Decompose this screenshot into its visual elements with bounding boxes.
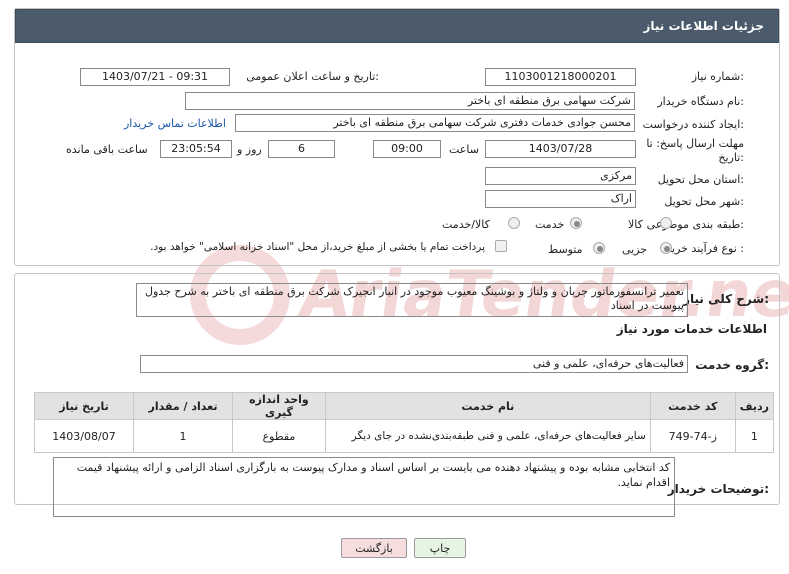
category-option-goods-service: کالا/خدمت [442,218,490,231]
services-table-header: ردیف کد خدمت نام خدمت واحد اندازه گیری ت… [34,392,775,420]
col-name: نام خدمت [324,392,651,420]
category-option-goods: کالا [628,218,643,231]
deadline-label: مهلت ارسال پاسخ: تا [646,137,744,150]
service-group-field: فعالیت‌های حرفه‌ای، علمی و فنی [140,355,688,373]
cell-date: 1403/08/07 [34,419,134,453]
page-title: جزئیات اطلاعات نیاز [643,19,764,33]
need-number-label: شماره نیاز: [691,70,744,83]
remaining-label: ساعت باقی مانده [66,143,148,156]
description-field: تعمیر ترانسفورماتور جریان و ولتاژ و بوشی… [136,283,688,317]
back-button[interactable]: بازگشت [341,538,407,558]
process-label: نوع فرآیند خرید : [666,242,744,255]
col-date: تاریخ نیاز [34,392,134,420]
cell-unit: مقطوع [231,419,326,453]
creator-label: ایجاد کننده درخواست: [642,118,744,131]
buyer-field: شرکت سهامی برق منطقه ای باختر [185,92,635,110]
creator-field: محسن جوادی خدمات دفتری شرکت سهامی برق من… [235,114,635,132]
payment-note: پرداخت تمام یا بخشی از مبلغ خرید،از محل … [150,241,485,253]
category-radio-service[interactable] [570,217,582,229]
cell-code: ز-74-749 [649,419,736,453]
col-unit: واحد اندازه گیری [231,392,326,420]
services-section-title: اطلاعات خدمات مورد نیاز [616,322,767,336]
buyer-notes-field: کد انتخابی مشابه بوده و پیشنهاد دهنده می… [53,457,675,517]
print-button[interactable]: چاپ [414,538,466,558]
col-code: کد خدمت [649,392,736,420]
need-number-field: 1103001218000201 [485,68,636,86]
announce-label: تاریخ و ساعت اعلان عمومی: [246,70,379,83]
province-label: استان محل تحویل: [657,173,744,186]
city-field: اراک [485,190,636,208]
remaining-time-field: 23:05:54 [160,140,232,158]
announce-field: 1403/07/21 - 09:31 [80,68,230,86]
cell-qty: 1 [133,419,233,453]
deadline-date-field: 1403/07/28 [485,140,636,158]
cell-index: 1 [734,419,775,453]
payment-checkbox[interactable] [495,240,507,252]
province-field: مرکزی [485,167,636,185]
category-radio-goods-service[interactable] [508,217,520,229]
process-option-minor: جزیی [622,243,648,256]
process-option-medium: متوسط [548,243,583,256]
category-option-service: خدمت [535,218,565,231]
description-label: شرح کلی نیاز: [683,292,769,306]
contact-info-link[interactable]: اطلاعات تماس خریدار [124,117,226,130]
buyer-label: نام دستگاه خریدار: [657,95,744,108]
col-index: ردیف [734,392,775,420]
buyer-notes-label: توضیحات خریدار: [667,482,769,496]
page-header: جزئیات اطلاعات نیاز [15,9,779,43]
process-radio-minor[interactable] [660,242,672,254]
days-field: 6 [268,140,335,158]
cell-name: سایر فعالیت‌های حرفه‌ای، علمی و فنی طبقه… [324,419,651,453]
days-label: روز و [237,143,262,156]
table-row: 1 ز-74-749 سایر فعالیت‌های حرفه‌ای، علمی… [34,419,775,453]
process-radio-medium[interactable] [593,242,605,254]
deadline-label-date: تاریخ: [718,151,744,164]
service-group-label: گروه خدمت: [695,358,769,372]
deadline-time-label: ساعت [449,143,479,156]
deadline-time-field: 09:00 [373,140,441,158]
category-radio-goods[interactable] [660,217,672,229]
col-qty: تعداد / مقدار [133,392,233,420]
services-table: ردیف کد خدمت نام خدمت واحد اندازه گیری ت… [34,392,775,453]
city-label: شهر محل تحویل: [664,195,744,208]
